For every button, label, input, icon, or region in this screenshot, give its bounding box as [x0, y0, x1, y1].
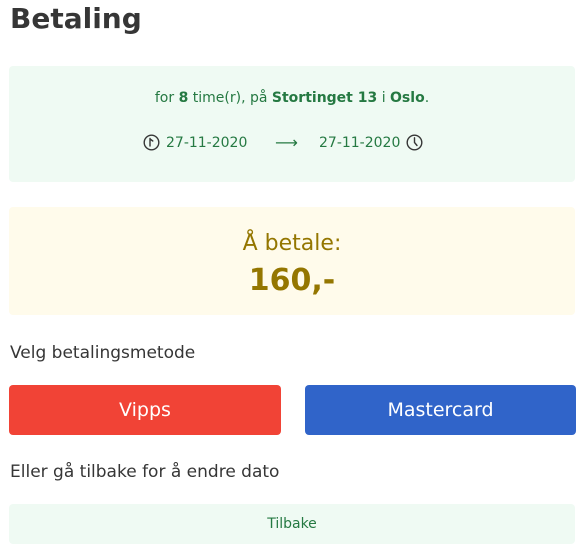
- booking-period: .: [424, 90, 430, 106]
- back-instruction: Eller gå tilbake for å endre dato: [10, 462, 280, 482]
- payment-label: Å betale:: [242, 231, 342, 256]
- mastercard-button[interactable]: Mastercard: [305, 385, 576, 435]
- booking-address: Stortinget 13: [271, 90, 378, 106]
- end-date: 27-11-2020: [319, 134, 401, 151]
- clock-start-icon: [143, 134, 160, 151]
- page-title: Betaling: [10, 2, 142, 35]
- booking-details: for 8 time(r), på Stortinget 13 i Oslo.: [9, 90, 575, 106]
- back-button[interactable]: Tilbake: [9, 504, 575, 544]
- arrow-right-icon: ⟶: [275, 133, 298, 152]
- date-range: 27-11-2020 ⟶ 27-11-2020: [9, 133, 575, 154]
- start-date: 27-11-2020: [166, 134, 248, 151]
- booking-city-prefix: i: [381, 90, 386, 106]
- booking-hours-suffix: time(r), på: [192, 90, 268, 106]
- clock-end-icon: [406, 134, 423, 151]
- booking-summary: for 8 time(r), på Stortinget 13 i Oslo. …: [9, 66, 575, 182]
- booking-city: Oslo: [390, 90, 425, 106]
- end-date-group: 27-11-2020: [319, 134, 423, 151]
- payment-summary: Å betale: 160,-: [9, 207, 575, 315]
- payment-amount: 160,-: [248, 263, 336, 298]
- payment-method-label: Velg betalingsmetode: [10, 343, 196, 363]
- booking-hours: 8: [178, 90, 189, 106]
- start-date-group: 27-11-2020: [143, 134, 247, 151]
- booking-prefix: for: [154, 90, 175, 106]
- vipps-button[interactable]: Vipps: [9, 385, 281, 435]
